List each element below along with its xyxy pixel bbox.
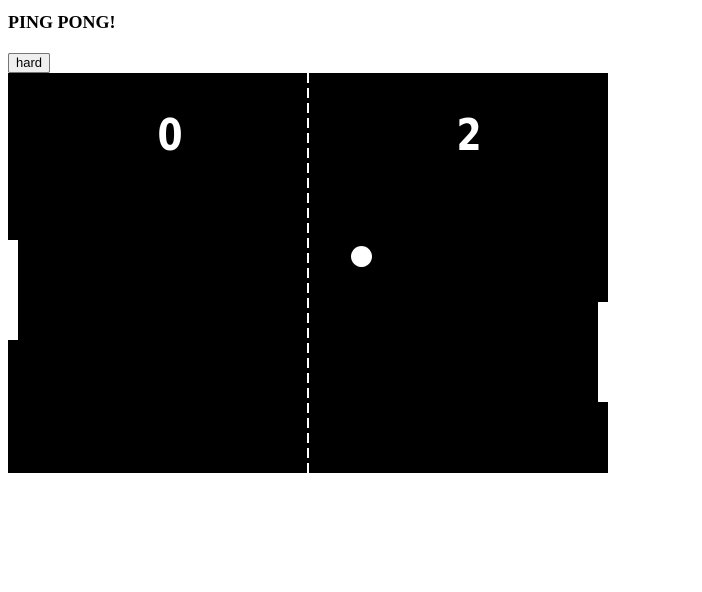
center-net bbox=[307, 73, 309, 473]
right-paddle bbox=[598, 302, 608, 402]
ball bbox=[351, 246, 372, 267]
difficulty-button[interactable]: hard bbox=[8, 53, 51, 73]
left-player-score: 0 bbox=[157, 110, 183, 161]
left-paddle bbox=[8, 240, 18, 340]
game-canvas[interactable]: 0 2 bbox=[8, 73, 608, 473]
page-title: PING PONG! bbox=[8, 12, 116, 32]
right-player-score: 2 bbox=[456, 110, 482, 161]
